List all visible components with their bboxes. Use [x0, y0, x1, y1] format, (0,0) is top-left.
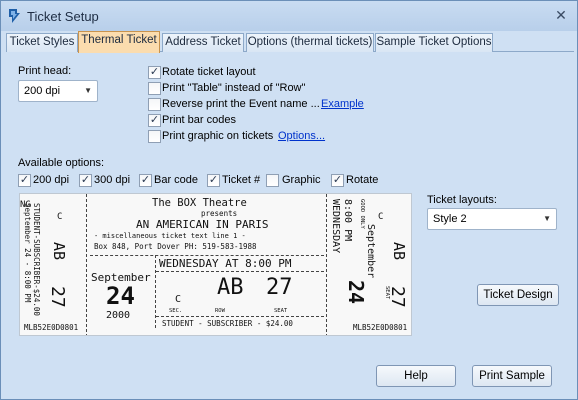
ticket-setup-window: Ticket Setup ✕ Ticket Styles Thermal Tic… — [0, 0, 578, 400]
reverse-print-checkbox[interactable] — [148, 98, 161, 111]
left-stub-seat: 27 — [47, 286, 68, 308]
available-rotate-label: Rotate — [346, 174, 379, 186]
ticket-event: AN AMERICAN IN PARIS — [136, 218, 269, 231]
graphic-label: Print graphic on tickets — [162, 130, 274, 142]
ticket-year: 2000 — [106, 310, 131, 321]
table-instead-of-row-checkbox[interactable] — [148, 82, 161, 95]
ticket-layouts-select[interactable]: Style 2 ▼ — [427, 208, 557, 230]
rotate-layout-checkbox[interactable]: ✓ — [148, 66, 161, 79]
stub-divider-right — [326, 194, 327, 335]
tab-address-ticket[interactable]: Address Ticket — [162, 33, 244, 52]
sec-label: SEC. — [169, 308, 183, 314]
available-ticketnum-checkbox[interactable]: ✓ — [207, 174, 220, 187]
tab-sample-ticket-options[interactable]: Sample Ticket Options — [375, 33, 493, 52]
thermal-ticket-panel: Print head: 200 dpi ▼ ✓ Rotate ticket la… — [6, 52, 574, 395]
rotate-layout-label: Rotate ticket layout — [162, 66, 256, 78]
right-stub-month: September — [365, 224, 376, 279]
right-barcode-text: MLB52E0D0801 — [353, 323, 408, 332]
table-instead-of-row-label: Print "Table" instead of "Row" — [162, 82, 306, 94]
seat-label: SEAT — [274, 308, 288, 314]
right-stub-sec: C — [378, 212, 384, 222]
left-stub-row: AB — [50, 242, 68, 261]
ticket-sec-value: C — [175, 294, 182, 305]
time-rule — [156, 271, 324, 272]
tab-thermal-ticket[interactable]: Thermal Ticket — [78, 31, 160, 53]
chevron-down-icon: ▼ — [84, 86, 92, 95]
ticket-design-button[interactable]: Ticket Design — [477, 284, 559, 306]
ticket-address: Box 848, Port Dover PH: 519-583-1988 — [94, 242, 257, 251]
print-head-label: Print head: — [18, 65, 72, 77]
example-link[interactable]: Example — [321, 98, 364, 110]
right-stub-day: 24 — [344, 280, 368, 305]
ticket-seat-value: 27 — [266, 275, 293, 300]
right-stub-row: AB — [390, 242, 408, 261]
left-stub-price: STUDENT-SUBSCRIBER-$24.00 — [32, 203, 41, 316]
ticket-misc: - miscellaneous ticket text line 1 - — [94, 232, 246, 240]
ticket-app-icon — [9, 9, 20, 23]
print-head-select[interactable]: 200 dpi ▼ — [18, 80, 98, 102]
close-icon[interactable]: ✕ — [554, 8, 568, 22]
ticket-rule — [90, 255, 324, 256]
bar-codes-label: Print bar codes — [162, 114, 236, 126]
available-300dpi-label: 300 dpi — [94, 174, 131, 186]
reverse-print-label: Reverse print the Event name ... — [162, 98, 320, 110]
available-graphic-label: Graphic — [282, 174, 321, 186]
tab-ticket-styles[interactable]: Ticket Styles — [6, 33, 78, 52]
ticket-day: 24 — [106, 282, 135, 310]
stub-divider-left — [86, 194, 87, 335]
left-stub-date: September 24 - 8:00 PM — [23, 203, 32, 303]
available-options-label: Available options: — [18, 157, 105, 169]
graphic-options-link[interactable]: Options... — [278, 130, 325, 142]
ticket-venue: The BOX Theatre — [152, 197, 247, 209]
tab-options-thermal[interactable]: Options (thermal tickets) — [246, 33, 374, 52]
available-300dpi-checkbox[interactable]: ✓ — [79, 174, 92, 187]
print-head-value: 200 dpi — [24, 85, 61, 97]
window-title: Ticket Setup — [27, 9, 99, 24]
print-sample-button[interactable]: Print Sample — [472, 365, 552, 387]
available-barcode-checkbox[interactable]: ✓ — [139, 174, 152, 187]
help-button[interactable]: Help — [376, 365, 456, 387]
available-200dpi-checkbox[interactable]: ✓ — [18, 174, 31, 187]
date-divider — [155, 255, 156, 328]
available-ticketnum-label: Ticket # — [222, 174, 261, 186]
ticket-price-line: STUDENT - SUBSCRIBER - $24.00 — [162, 319, 293, 328]
right-stub-weekday: WEDNESDAY — [330, 199, 341, 254]
available-graphic-checkbox[interactable] — [266, 174, 279, 187]
ticket-layouts-value: Style 2 — [433, 213, 467, 225]
available-barcode-label: Bar code — [154, 174, 199, 186]
right-stub-seat-label: SEAT — [384, 286, 390, 300]
bar-codes-checkbox[interactable]: ✓ — [148, 114, 161, 127]
row-label: ROW — [215, 308, 225, 314]
ticket-row-value: AB — [217, 275, 244, 300]
ticket-weekday-time: WEDNESDAY AT 8:00 PM — [159, 257, 292, 270]
available-rotate-checkbox[interactable]: ✓ — [331, 174, 344, 187]
title-bar: Ticket Setup ✕ — [1, 1, 577, 31]
ticket-layouts-label: Ticket layouts: — [427, 194, 497, 206]
available-200dpi-label: 200 dpi — [33, 174, 70, 186]
right-stub-time: 8:00 PM — [342, 199, 353, 242]
price-rule — [156, 316, 324, 317]
left-barcode-text: MLB52E0D0801 — [24, 323, 79, 332]
ticket-presents: presents — [201, 209, 238, 218]
left-stub-sec: C — [57, 212, 63, 222]
graphic-checkbox[interactable] — [148, 130, 161, 143]
right-stub-seat: 27 — [387, 286, 408, 308]
chevron-down-icon: ▼ — [543, 214, 551, 223]
ticket-preview: NG September 24 - 8:00 PM STUDENT-SUBSCR… — [19, 193, 412, 336]
